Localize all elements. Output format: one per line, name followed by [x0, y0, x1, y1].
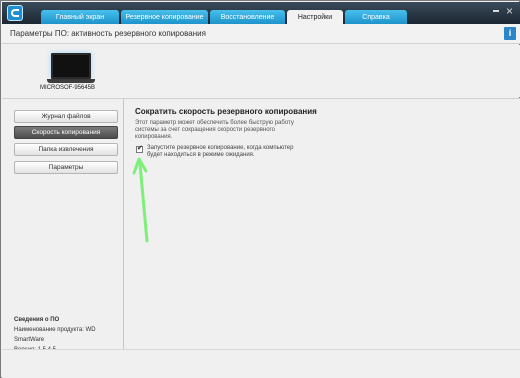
footer-bar: [2, 349, 520, 378]
annotation-arrow-icon: [132, 157, 149, 243]
app-window: Главный экран Резервное копирование Восс…: [0, 0, 520, 378]
